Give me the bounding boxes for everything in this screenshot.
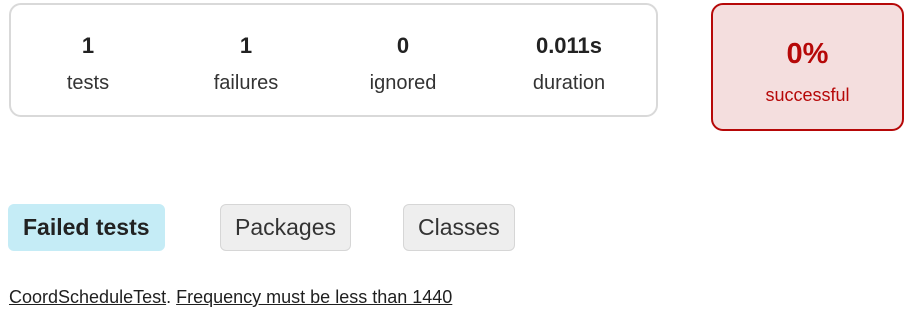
failed-test-name-link[interactable]: Frequency must be less than 1440 [176, 287, 452, 307]
ignored-counter: 0 ignored [343, 33, 463, 95]
success-rate-panel: 0% successful [711, 3, 904, 131]
tab-classes[interactable]: Classes [403, 204, 515, 251]
ignored-count: 0 [396, 33, 410, 58]
tab-packages[interactable]: Packages [220, 204, 352, 251]
failed-tests-list: CoordScheduleTest. Frequency must be les… [9, 286, 452, 308]
duration-counter: 0.011s duration [509, 33, 629, 95]
list-item: CoordScheduleTest. Frequency must be les… [9, 286, 452, 308]
failures-counter: 1 failures [186, 33, 306, 95]
success-rate-label: successful [765, 85, 850, 105]
ignored-label: ignored [369, 72, 437, 94]
class-test-separator: . [166, 287, 177, 307]
test-summary-panel: 1 tests 1 failures 0 ignored 0.011s dura… [9, 3, 658, 117]
tests-count: 1 [81, 33, 95, 58]
tests-counter: 1 tests [28, 33, 148, 95]
tests-label: tests [66, 72, 110, 94]
duration-label: duration [532, 72, 606, 94]
tab-failed-tests[interactable]: Failed tests [8, 204, 165, 251]
failures-label: failures [213, 72, 279, 94]
duration-value: 0.011s [535, 33, 603, 58]
success-rate-value: 0% [786, 38, 829, 70]
failures-count: 1 [239, 33, 253, 58]
failed-test-class-link[interactable]: CoordScheduleTest [9, 287, 166, 307]
